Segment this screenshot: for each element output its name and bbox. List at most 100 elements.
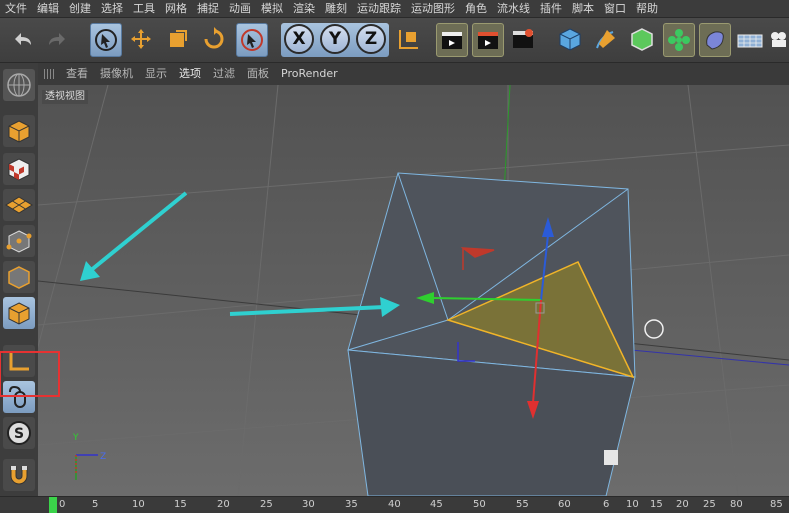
workplane-grid-icon xyxy=(5,196,33,214)
main-toolbar: X Y Z xyxy=(0,18,789,63)
timeline-tick: 30 xyxy=(302,499,315,510)
solo-s-icon: S xyxy=(7,421,31,445)
subdivision-surface-button[interactable] xyxy=(627,23,657,55)
menu-help[interactable]: 帮助 xyxy=(631,0,663,17)
left-tool-palette: S xyxy=(0,63,60,512)
menu-file[interactable]: 文件 xyxy=(0,0,32,17)
corner-marker xyxy=(604,450,618,465)
subdivision-icon xyxy=(631,28,653,51)
menu-edit[interactable]: 编辑 xyxy=(32,0,64,17)
solo-button[interactable]: S xyxy=(3,417,35,449)
undo-icon xyxy=(15,33,31,45)
edges-mode-button[interactable] xyxy=(3,261,35,293)
timeline-tick: 15 xyxy=(174,499,187,510)
view-menu-filter[interactable]: 过滤 xyxy=(207,63,241,85)
menu-animate[interactable]: 动画 xyxy=(224,0,256,17)
menu-script[interactable]: 脚本 xyxy=(567,0,599,17)
scale-tool-button[interactable] xyxy=(163,23,193,55)
timeline-tick: 15 xyxy=(650,499,663,510)
live-select-button[interactable] xyxy=(90,23,122,57)
render-settings-button[interactable] xyxy=(508,23,538,55)
z-axis-lock-button[interactable]: Z xyxy=(356,24,386,54)
menu-simulate[interactable]: 模拟 xyxy=(256,0,288,17)
recent-tool-button[interactable] xyxy=(236,23,268,57)
rotate-tool-button[interactable] xyxy=(199,23,229,55)
menu-render[interactable]: 渲染 xyxy=(288,0,320,17)
menu-pipeline[interactable]: 流水线 xyxy=(492,0,535,17)
cube-object xyxy=(347,172,636,496)
menu-motion-tracking[interactable]: 运动跟踪 xyxy=(352,0,406,17)
render-picture-viewer-button[interactable] xyxy=(472,23,504,57)
panel-grip-icon[interactable] xyxy=(44,69,54,79)
timeline-tick: 55 xyxy=(516,499,529,510)
view-menu-prorender[interactable]: ProRender xyxy=(275,63,344,85)
move-tool-button[interactable] xyxy=(126,23,156,55)
make-editable-button[interactable] xyxy=(3,69,35,101)
undo-button[interactable] xyxy=(8,23,38,55)
menu-create[interactable]: 创建 xyxy=(64,0,96,17)
model-mode-button[interactable] xyxy=(3,115,35,147)
pen-icon xyxy=(596,30,615,49)
menu-tools[interactable]: 工具 xyxy=(128,0,160,17)
cursor-icon xyxy=(241,29,263,51)
edges-cube-icon xyxy=(8,266,30,289)
cube-primitive-button[interactable] xyxy=(555,23,585,55)
camera-button[interactable] xyxy=(769,23,789,55)
redo-icon xyxy=(49,33,65,45)
timeline-current-frame-marker[interactable] xyxy=(49,497,57,513)
svg-text:S: S xyxy=(14,426,24,442)
timeline-ruler[interactable]: 0 5 10 15 20 25 30 35 40 45 50 55 60 6 1… xyxy=(0,496,789,513)
workplane-mode-button[interactable] xyxy=(3,189,35,221)
timeline-tick: 6 xyxy=(603,499,610,510)
timeline-tick: 20 xyxy=(676,499,689,510)
view-menu-view[interactable]: 查看 xyxy=(60,63,94,85)
y-axis-lock-button[interactable]: Y xyxy=(320,24,350,54)
timeline-tick: 5 xyxy=(92,499,99,510)
cube-icon xyxy=(559,28,581,51)
cloner-icon xyxy=(668,29,690,51)
floor-button[interactable] xyxy=(735,23,765,55)
pen-spline-button[interactable] xyxy=(591,23,621,55)
clapper-render-icon xyxy=(478,32,498,49)
timeline-tick: 50 xyxy=(473,499,486,510)
timeline-tick: 25 xyxy=(703,499,716,510)
points-mode-button[interactable] xyxy=(3,225,35,257)
menu-plugins[interactable]: 插件 xyxy=(535,0,567,17)
cloner-button[interactable] xyxy=(663,23,695,57)
snap-button[interactable] xyxy=(3,459,35,491)
timeline-tick: 85 xyxy=(770,499,783,510)
menu-sculpt[interactable]: 雕刻 xyxy=(320,0,352,17)
redo-button[interactable] xyxy=(42,23,72,55)
timeline-tick: 80 xyxy=(730,499,743,510)
view-menu-panel[interactable]: 面板 xyxy=(241,63,275,85)
menu-window[interactable]: 窗口 xyxy=(599,0,631,17)
view-menu-cameras[interactable]: 摄像机 xyxy=(94,63,139,85)
timeline-tick: 10 xyxy=(132,499,145,510)
camera-icon xyxy=(771,32,786,47)
coordinate-system-button[interactable] xyxy=(394,23,424,55)
scale-icon xyxy=(170,30,187,47)
menu-character[interactable]: 角色 xyxy=(460,0,492,17)
render-view-button[interactable] xyxy=(436,23,468,57)
move-arrows-icon xyxy=(131,29,151,49)
timeline-tick: 10 xyxy=(626,499,639,510)
perspective-viewport[interactable]: 透视视图 Y Z xyxy=(38,85,789,496)
menu-mograph[interactable]: 运动图形 xyxy=(406,0,460,17)
floor-grid-icon xyxy=(737,34,763,48)
deformer-icon xyxy=(706,31,724,50)
view-menu-display[interactable]: 显示 xyxy=(139,63,173,85)
menu-mesh[interactable]: 网格 xyxy=(160,0,192,17)
view-menu-options[interactable]: 选项 xyxy=(173,63,207,85)
magnet-icon xyxy=(10,466,28,485)
deformer-button[interactable] xyxy=(699,23,731,57)
menu-select[interactable]: 选择 xyxy=(96,0,128,17)
menu-snap[interactable]: 捕捉 xyxy=(192,0,224,17)
timeline-tick: 20 xyxy=(217,499,230,510)
timeline-tick: 40 xyxy=(388,499,401,510)
polygons-cube-icon xyxy=(8,302,30,325)
viewport-canvas: Y Z xyxy=(38,85,789,496)
texture-mode-button[interactable] xyxy=(3,153,35,185)
timeline-tick: 25 xyxy=(260,499,273,510)
x-axis-lock-button[interactable]: X xyxy=(284,24,314,54)
polygons-mode-button[interactable] xyxy=(3,297,35,329)
